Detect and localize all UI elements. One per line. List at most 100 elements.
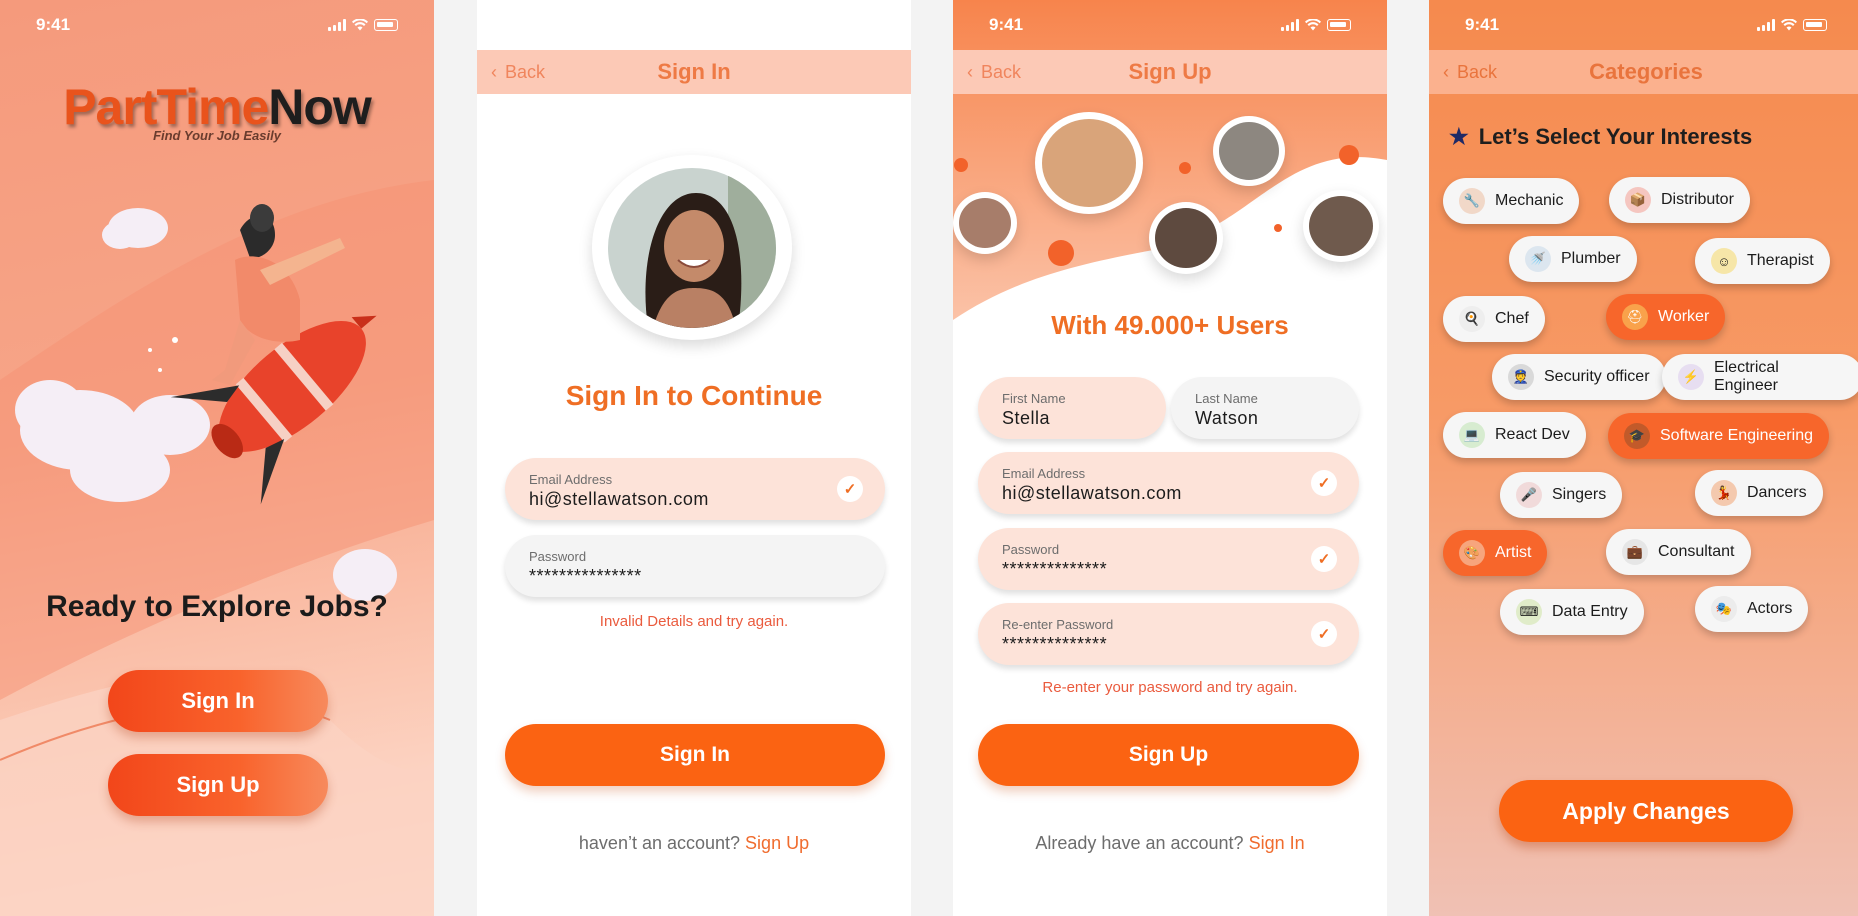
software-engineering-icon: 🎓: [1624, 423, 1650, 449]
signup-button[interactable]: Sign Up: [978, 724, 1359, 786]
signin-screen: ‹ Back Sign In Sign In to Continue Email…: [477, 0, 911, 916]
wifi-icon: [1781, 19, 1797, 31]
welcome-signup-button[interactable]: Sign Up: [108, 754, 328, 816]
password-value: **************: [1002, 559, 1108, 579]
welcome-screen: 9:41 PartTimeNow Find Your Job Easily Re…: [0, 0, 434, 916]
signup-heading: With 49.000+ Users: [1051, 310, 1289, 340]
password-field[interactable]: Password ************** ✓: [978, 528, 1359, 590]
chevron-left-icon: ‹: [491, 61, 497, 82]
status-time: 9:41: [36, 15, 71, 34]
plumber-icon: 🚿: [1525, 246, 1551, 272]
back-button[interactable]: ‹ Back: [1443, 50, 1497, 94]
chip-chef[interactable]: 🍳 Chef: [1443, 296, 1545, 342]
signal-icon: [1281, 19, 1299, 31]
battery-icon: [1803, 19, 1827, 31]
avatar-ring: [592, 155, 792, 340]
chip-security-officer[interactable]: 👮 Security officer: [1492, 354, 1666, 400]
avatar-photo: [608, 167, 776, 328]
back-button[interactable]: ‹ Back: [967, 50, 1021, 94]
categories-screen: 9:41 ‹ Back Categories ★ Let’s Select Yo…: [1429, 0, 1858, 916]
chip-distributor[interactable]: 📦 Distributor: [1609, 177, 1750, 223]
first-name-label: First Name: [1002, 391, 1066, 406]
reenter-password-label: Re-enter Password: [1002, 617, 1114, 632]
signin-error: Invalid Details and try again.: [599, 613, 789, 630]
signal-icon: [1757, 19, 1775, 31]
reenter-password-value: **************: [1002, 634, 1108, 654]
welcome-headline: Ready to Explore Jobs?: [46, 590, 388, 623]
signup-navbar: ‹ Back Sign Up: [953, 50, 1387, 94]
security-officer-icon: 👮: [1508, 364, 1534, 390]
signup-footer: Already have an account? Sign In: [1035, 833, 1305, 853]
email-field[interactable]: Email Address hi@stellawatson.com ✓: [505, 458, 885, 520]
password-field[interactable]: Password ***************: [505, 535, 885, 597]
chip-worker[interactable]: ⛑ Worker: [1606, 294, 1726, 340]
chip-mechanic[interactable]: 🔧 Mechanic: [1443, 178, 1580, 224]
chef-icon: 🍳: [1459, 306, 1485, 332]
email-field[interactable]: Email Address hi@stellawatson.com ✓: [978, 452, 1359, 514]
email-label: Email Address: [1002, 466, 1086, 481]
signin-link[interactable]: Sign In: [1249, 833, 1305, 853]
last-name-label: Last Name: [1195, 391, 1258, 406]
last-name-field[interactable]: Last Name Watson: [1171, 377, 1359, 439]
chip-therapist[interactable]: ☺ Therapist: [1695, 238, 1830, 284]
chip-data-entry[interactable]: ⌨ Data Entry: [1500, 589, 1644, 635]
therapist-icon: ☺: [1711, 248, 1737, 274]
wifi-icon: [1305, 19, 1321, 31]
chip-electrical-engineer[interactable]: ⚡ Electrical Engineer: [1662, 354, 1858, 400]
check-icon: ✓: [1311, 621, 1337, 647]
user-avatar-2: [1213, 116, 1285, 186]
email-label: Email Address: [529, 472, 613, 487]
back-button[interactable]: ‹ Back: [491, 50, 545, 94]
signin-heading: Sign In to Continue: [565, 380, 823, 411]
chip-plumber[interactable]: 🚿 Plumber: [1509, 236, 1637, 282]
worker-icon: ⛑: [1622, 304, 1648, 330]
chip-singers[interactable]: 🎤 Singers: [1500, 472, 1623, 518]
singer-icon: 🎤: [1516, 482, 1542, 508]
chip-dancers[interactable]: 💃 Dancers: [1695, 470, 1823, 516]
battery-icon: [1327, 19, 1351, 31]
user-avatar-1: [1035, 112, 1143, 214]
user-avatar-3: [953, 192, 1017, 254]
signin-footer: haven’t an account? Sign Up: [578, 833, 810, 853]
first-name-field[interactable]: First Name Stella: [978, 377, 1166, 439]
email-value: hi@stellawatson.com: [1002, 483, 1182, 503]
signin-navbar: ‹ Back Sign In: [477, 50, 911, 94]
chip-consultant[interactable]: 💼 Consultant: [1606, 529, 1751, 575]
data-entry-icon: ⌨: [1516, 599, 1542, 625]
rocket-illustration: [15, 204, 397, 601]
status-bar: 9:41: [0, 0, 434, 50]
status-time: 9:41: [989, 15, 1024, 34]
avatar: [608, 167, 776, 328]
chevron-left-icon: ‹: [967, 61, 973, 82]
interests-heading: ★ Let’s Select Your Interests: [1449, 124, 1753, 149]
battery-icon: [374, 19, 398, 31]
chevron-left-icon: ‹: [1443, 61, 1449, 82]
artist-icon: 🎨: [1459, 540, 1485, 566]
app-tagline: Find Your Job Easily: [153, 128, 281, 143]
signup-link[interactable]: Sign Up: [745, 833, 809, 853]
dancer-icon: 💃: [1711, 480, 1737, 506]
actor-icon: 🎭: [1711, 596, 1737, 622]
chip-react-dev[interactable]: 💻 React Dev: [1443, 412, 1586, 458]
shooting-star-icon: ★: [1449, 124, 1469, 149]
apply-changes-button[interactable]: Apply Changes: [1499, 780, 1793, 842]
wifi-icon: [352, 19, 368, 31]
signal-icon: [328, 19, 346, 31]
consultant-icon: 💼: [1622, 539, 1648, 565]
first-name-value: Stella: [1002, 408, 1051, 428]
welcome-signin-button[interactable]: Sign In: [108, 670, 328, 732]
chip-software-engineering[interactable]: 🎓 Software Engineering: [1608, 413, 1829, 459]
email-value: hi@stellawatson.com: [529, 489, 709, 509]
chip-artist[interactable]: 🎨 Artist: [1443, 530, 1548, 576]
signin-button[interactable]: Sign In: [505, 724, 885, 786]
distributor-icon: 📦: [1625, 187, 1651, 213]
reenter-password-field[interactable]: Re-enter Password ************** ✓: [978, 603, 1359, 665]
status-bar: 9:41: [1429, 0, 1858, 50]
check-icon: ✓: [837, 476, 863, 502]
page-title: Categories: [1589, 59, 1703, 84]
status-bar: 9:41: [953, 0, 1387, 50]
chip-actors[interactable]: 🎭 Actors: [1695, 586, 1809, 632]
check-icon: ✓: [1311, 546, 1337, 572]
password-value: ***************: [529, 566, 642, 586]
password-label: Password: [1002, 542, 1060, 557]
